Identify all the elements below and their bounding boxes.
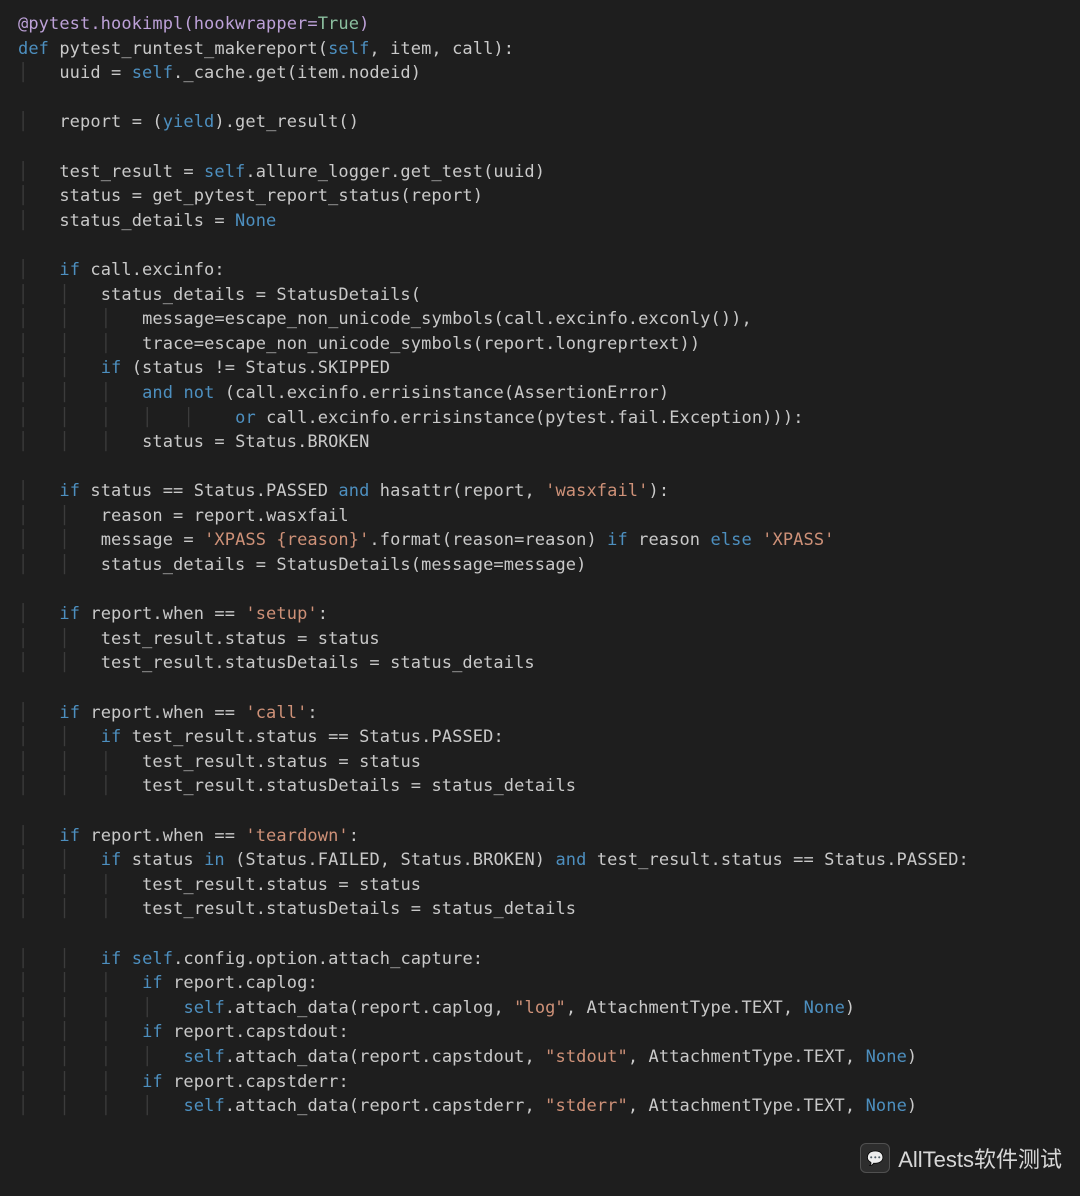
wechat-icon: 💬 (860, 1143, 890, 1173)
watermark: 💬 AllTests软件测试 (860, 1142, 1062, 1174)
code-block: @pytest.hookimpl(hookwrapper=True) def p… (0, 0, 1080, 1137)
watermark-text: AllTests软件测试 (898, 1142, 1062, 1174)
